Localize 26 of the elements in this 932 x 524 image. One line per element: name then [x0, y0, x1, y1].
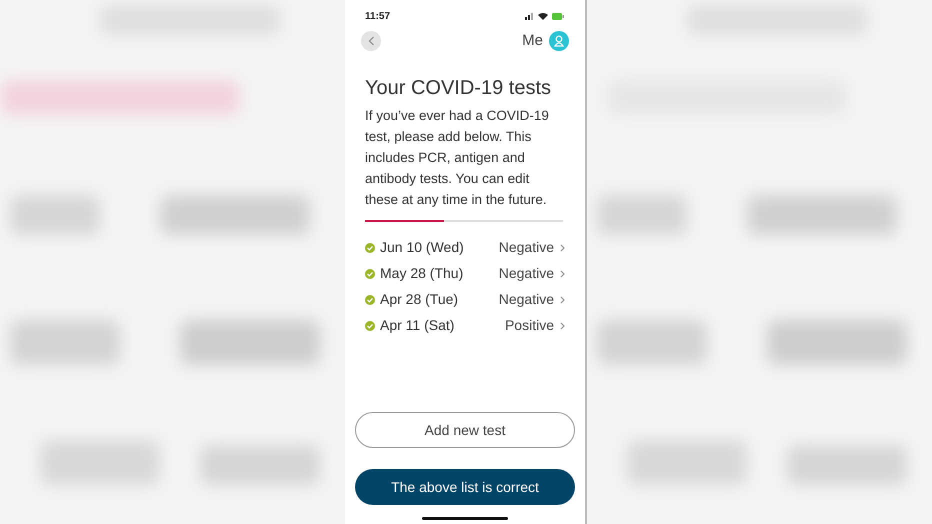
avatar-icon[interactable]	[549, 31, 569, 52]
test-date: Apr 11 (Sat)	[380, 316, 454, 335]
description-text: If you’ve ever had a COVID-19 test, please add below. This includes PCR, antigen and antibody tests. You can edit these at any time in the future.	[365, 106, 550, 209]
chevron-left-icon	[368, 36, 374, 46]
test-result: Negative	[498, 238, 554, 257]
confirm-button[interactable]: The above list is correct	[355, 469, 575, 505]
status-time: 11:57	[365, 10, 390, 24]
test-row[interactable]: May 28 (Thu) Negative	[365, 260, 565, 286]
status-icons	[525, 12, 565, 21]
test-date: Jun 10 (Wed)	[380, 238, 464, 257]
test-result: Positive	[504, 316, 554, 335]
profile-label[interactable]: Me	[522, 30, 543, 52]
page-title: Your COVID-19 tests	[365, 76, 552, 100]
test-row[interactable]: Apr 28 (Tue) Negative	[365, 286, 565, 312]
test-result: Negative	[498, 290, 554, 309]
chevron-right-icon	[560, 244, 565, 252]
add-test-button[interactable]: Add new test	[355, 412, 575, 448]
chevron-right-icon	[560, 296, 565, 304]
chevron-right-icon	[560, 322, 565, 330]
back-button[interactable]	[361, 31, 381, 52]
test-row[interactable]: Apr 11 (Sat) Positive	[365, 312, 565, 338]
chevron-right-icon	[560, 270, 565, 278]
test-date: Apr 28 (Tue)	[380, 290, 458, 309]
test-result: Negative	[498, 264, 554, 283]
test-date: May 28 (Thu)	[380, 264, 464, 283]
test-row[interactable]: Jun 10 (Wed) Negative	[365, 234, 565, 260]
